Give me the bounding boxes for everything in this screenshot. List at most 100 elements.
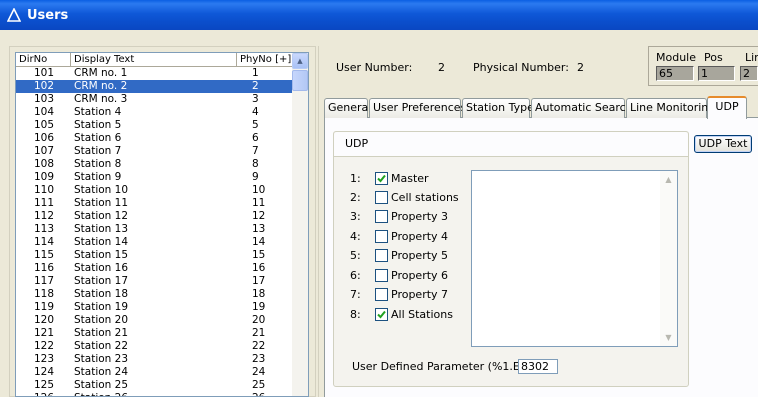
user-number-value: 2 [438,61,445,74]
cell-phyno: 15 [252,249,266,261]
udp-checkbox[interactable] [375,190,388,204]
cell-dirno: 123 [34,353,55,365]
udp-text-area[interactable]: ▲ ▼ [471,170,678,347]
module-value: 65 [656,66,694,81]
list-scrollbar[interactable]: ▲ [292,53,308,396]
line-label: Lin [745,51,758,64]
table-row[interactable]: 109 Station 9 9 [16,171,294,184]
table-row[interactable]: 107 Station 7 7 [16,145,294,158]
cell-display-text: Station 20 [74,314,129,326]
cell-dirno: 110 [34,184,55,196]
cell-phyno: 16 [252,262,266,274]
tab-station-type[interactable]: Station Type [462,98,534,118]
table-row[interactable]: 103 CRM no. 3 3 [16,93,294,106]
table-row[interactable]: 120 Station 20 20 [16,314,294,327]
table-row[interactable]: 106 Station 6 6 [16,132,294,145]
cell-display-text: Station 14 [74,236,129,248]
table-row[interactable]: 104 Station 4 4 [16,106,294,119]
table-row[interactable]: 126 Station 26 26 [16,392,294,396]
pane-divider[interactable] [318,46,319,397]
tab-udp[interactable]: UDP [707,96,747,119]
cell-dirno: 113 [34,223,55,235]
scroll-up-button[interactable]: ▲ [292,53,308,69]
cell-dirno: 116 [34,262,55,274]
table-row[interactable]: 102 CRM no. 2 2 [16,80,294,93]
cell-dirno: 119 [34,301,55,313]
user-defined-parameter-input[interactable] [518,359,558,374]
table-row[interactable]: 111 Station 11 11 [16,197,294,210]
udp-item[interactable]: 7: Property 7 [350,286,448,302]
udp-checkbox[interactable] [375,307,388,321]
cell-display-text: Station 23 [74,353,129,365]
cell-dirno: 122 [34,340,55,352]
udp-item[interactable]: 1: Master [350,170,429,186]
cell-display-text: Station 6 [74,132,122,144]
table-row[interactable]: 114 Station 14 14 [16,236,294,249]
udp-item[interactable]: 5: Property 5 [350,247,448,263]
cell-dirno: 102 [34,80,55,92]
udp-item[interactable]: 4: Property 4 [350,228,448,244]
udp-item-number: 2: [350,190,361,204]
line-value: 2 [740,66,758,81]
table-row[interactable]: 101 CRM no. 1 1 [16,67,294,80]
text-area-scrollbar[interactable]: ▲ ▼ [660,171,677,346]
cell-phyno: 2 [252,80,259,92]
cell-display-text: Station 13 [74,223,129,235]
table-row[interactable]: 118 Station 18 18 [16,288,294,301]
title-bar[interactable]: Users [0,0,758,30]
cell-display-text: Station 10 [74,184,129,196]
udp-item-label: Master [391,171,429,185]
udp-checkbox[interactable] [375,268,388,282]
table-row[interactable]: 122 Station 22 22 [16,340,294,353]
udp-item[interactable]: 8: All Stations [350,306,453,322]
cell-phyno: 14 [252,236,266,248]
udp-item-number: 5: [350,248,361,262]
check-mark-icon [377,310,386,318]
tab-user-preferences[interactable]: User Preferences [369,98,466,118]
scroll-thumb[interactable] [292,70,308,91]
udp-checkbox[interactable] [375,209,388,223]
cell-display-text: Station 8 [74,158,122,170]
scroll-down-button[interactable]: ▼ [660,329,677,346]
table-row[interactable]: 121 Station 21 21 [16,327,294,340]
udp-item[interactable]: 3: Property 3 [350,208,448,224]
udp-item-label: Property 3 [391,209,449,223]
udp-group-title: UDP [345,137,369,150]
udp-item-label: All Stations [391,307,453,321]
table-row[interactable]: 105 Station 5 5 [16,119,294,132]
udp-checkbox[interactable] [375,287,388,301]
column-header-display-text[interactable]: Display Text [71,53,237,67]
param-label: User Defined Parameter (%1.EXP): [352,360,543,373]
cell-display-text: Station 5 [74,119,122,131]
table-row[interactable]: 124 Station 24 24 [16,366,294,379]
udp-checkbox[interactable] [375,171,388,185]
udp-item-number: 6: [350,268,361,282]
users-list[interactable]: DirNo Display Text PhyNo [+] 101 CRM no. … [15,52,309,397]
table-row[interactable]: 119 Station 19 19 [16,301,294,314]
udp-checkbox[interactable] [375,248,388,262]
scroll-up-button[interactable]: ▲ [660,171,677,188]
udp-text-button[interactable]: UDP Text [694,135,752,153]
cell-dirno: 117 [34,275,55,287]
table-row[interactable]: 112 Station 12 12 [16,210,294,223]
table-row[interactable]: 117 Station 17 17 [16,275,294,288]
table-row[interactable]: 116 Station 16 16 [16,262,294,275]
tab-general[interactable]: General [324,98,371,118]
cell-phyno: 12 [252,210,266,222]
table-row[interactable]: 115 Station 15 15 [16,249,294,262]
udp-item[interactable]: 2: Cell stations [350,189,459,205]
udp-item-label: Cell stations [391,190,459,204]
table-row[interactable]: 108 Station 8 8 [16,158,294,171]
udp-item[interactable]: 6: Property 6 [350,267,448,283]
column-header-phyno[interactable]: PhyNo [+] [237,53,294,67]
tab-line-monitoring[interactable]: Line Monitoring [626,98,715,118]
list-header: DirNo Display Text PhyNo [+] [16,53,294,67]
table-row[interactable]: 123 Station 23 23 [16,353,294,366]
table-row[interactable]: 125 Station 25 25 [16,379,294,392]
tab-automatic-search[interactable]: Automatic Search [531,98,633,118]
table-row[interactable]: 113 Station 13 13 [16,223,294,236]
udp-checkbox[interactable] [375,229,388,243]
cell-display-text: Station 24 [74,366,129,378]
table-row[interactable]: 110 Station 10 10 [16,184,294,197]
column-header-dirno[interactable]: DirNo [16,53,71,67]
